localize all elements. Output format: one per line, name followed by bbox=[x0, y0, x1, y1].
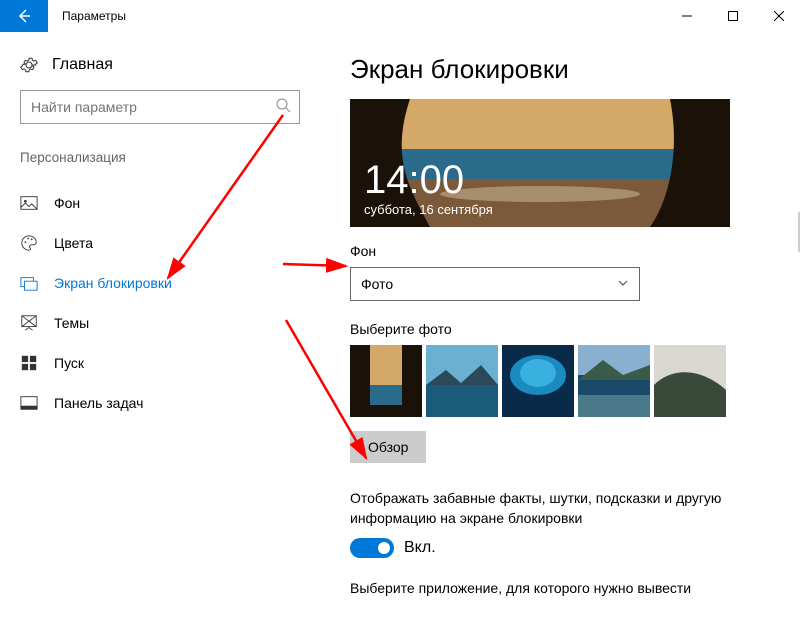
search-field[interactable] bbox=[31, 99, 275, 115]
background-value: Фото bbox=[361, 276, 393, 292]
pick-photo-label: Выберите фото bbox=[350, 321, 788, 337]
background-select[interactable]: Фото bbox=[350, 267, 640, 301]
sidebar-item-label: Фон bbox=[54, 195, 80, 211]
photo-thumbnails bbox=[350, 345, 788, 417]
back-button[interactable] bbox=[0, 0, 48, 32]
picture-icon bbox=[20, 194, 38, 212]
home-link[interactable]: Главная bbox=[20, 52, 300, 90]
sidebar-item-lockscreen[interactable]: Экран блокировки bbox=[20, 263, 300, 303]
window-title: Параметры bbox=[48, 0, 664, 32]
taskbar-icon bbox=[20, 394, 38, 412]
lockscreen-icon bbox=[20, 274, 38, 292]
palette-icon bbox=[20, 234, 38, 252]
thumb-4[interactable] bbox=[578, 345, 650, 417]
scrollbar[interactable] bbox=[798, 212, 800, 252]
maximize-button[interactable] bbox=[710, 0, 756, 32]
start-icon bbox=[20, 354, 38, 372]
background-label: Фон bbox=[350, 243, 788, 259]
app-select-label: Выберите приложение, для которого нужно … bbox=[350, 580, 788, 596]
toggle-state-label: Вкл. bbox=[404, 539, 436, 557]
section-label: Персонализация bbox=[20, 150, 300, 165]
thumb-1[interactable] bbox=[350, 345, 422, 417]
themes-icon bbox=[20, 314, 38, 332]
home-label: Главная bbox=[52, 56, 113, 74]
gear-icon bbox=[20, 56, 38, 74]
titlebar: Параметры bbox=[0, 0, 802, 32]
sidebar: Главная Персонализация Фон Цвета Экран б… bbox=[0, 32, 320, 635]
sidebar-item-label: Экран блокировки bbox=[54, 275, 172, 291]
search-icon bbox=[275, 97, 291, 118]
minimize-button[interactable] bbox=[664, 0, 710, 32]
sidebar-item-start[interactable]: Пуск bbox=[20, 343, 300, 383]
sidebar-item-taskbar[interactable]: Панель задач bbox=[20, 383, 300, 423]
thumb-5[interactable] bbox=[654, 345, 726, 417]
search-input[interactable] bbox=[20, 90, 300, 124]
sidebar-item-background[interactable]: Фон bbox=[20, 183, 300, 223]
facts-label: Отображать забавные факты, шутки, подска… bbox=[350, 489, 750, 528]
page-title: Экран блокировки bbox=[350, 54, 788, 85]
close-button[interactable] bbox=[756, 0, 802, 32]
sidebar-item-themes[interactable]: Темы bbox=[20, 303, 300, 343]
sidebar-item-label: Темы bbox=[54, 315, 89, 331]
thumb-3[interactable] bbox=[502, 345, 574, 417]
chevron-down-icon bbox=[617, 277, 629, 292]
preview-time: 14:00 bbox=[364, 160, 493, 200]
preview-date: суббота, 16 сентября bbox=[364, 202, 493, 217]
browse-button[interactable]: Обзор bbox=[350, 431, 426, 463]
main-panel: Экран блокировки 14:00 суббота, 16 сентя… bbox=[320, 32, 802, 635]
sidebar-item-label: Панель задач bbox=[54, 395, 143, 411]
sidebar-item-label: Пуск bbox=[54, 355, 84, 371]
thumb-2[interactable] bbox=[426, 345, 498, 417]
facts-toggle[interactable] bbox=[350, 538, 394, 558]
sidebar-item-label: Цвета bbox=[54, 235, 93, 251]
sidebar-item-colors[interactable]: Цвета bbox=[20, 223, 300, 263]
lockscreen-preview: 14:00 суббота, 16 сентября bbox=[350, 99, 730, 227]
